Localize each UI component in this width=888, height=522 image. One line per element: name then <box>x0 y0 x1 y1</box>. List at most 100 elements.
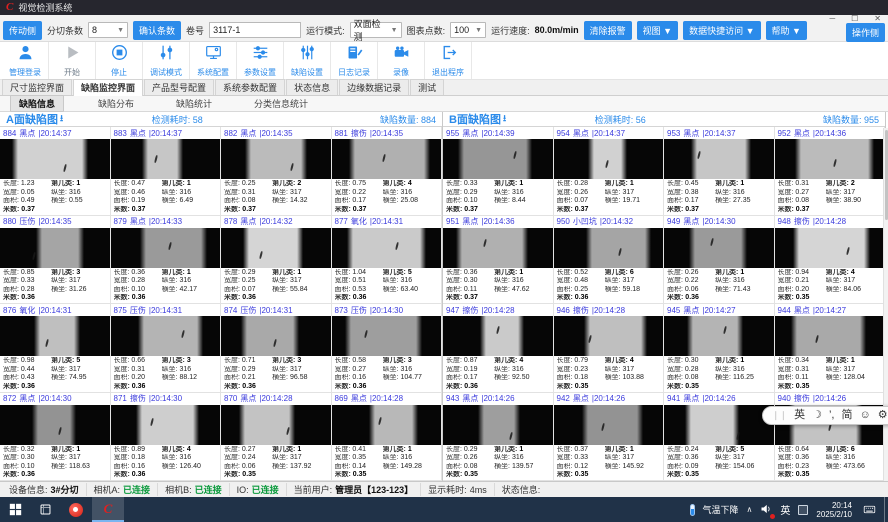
tray-expand-icon[interactable]: ∧ <box>747 505 753 514</box>
action-play[interactable]: 开始 <box>49 42 96 79</box>
view-menu-button[interactable]: 视图 ▼ <box>637 21 678 40</box>
action-exit[interactable]: 退出程序 <box>425 42 472 79</box>
tray-app-icon[interactable] <box>798 505 808 515</box>
defect-cell[interactable]: 941 黑点 |20:14:26 长度: 0.24宽度: 0.36面积: 0.0… <box>664 393 775 482</box>
defect-cell[interactable]: 942 黑点 |20:14:26 长度: 0.37宽度: 0.33面积: 0.1… <box>554 393 665 482</box>
defect-cell[interactable]: 874 压伤 |20:14:31 长度: 0.71宽度: 0.29面积: 0.2… <box>221 304 332 393</box>
defect-cell[interactable]: 872 黑点 |20:14:30 长度: 0.32宽度: 0.30面积: 0.1… <box>0 393 111 482</box>
tab-3[interactable]: 系统参数配置 <box>215 79 285 95</box>
roll-number-input[interactable] <box>209 22 301 38</box>
chart-points-select[interactable]: 100▼ <box>450 22 486 38</box>
defect-cell[interactable]: 955 黑点 |20:14:39 长度: 0.33宽度: 0.29面积: 0.1… <box>443 127 554 216</box>
action-sliders-v[interactable]: 缺陷设置 <box>284 42 331 79</box>
defect-cell[interactable]: 947 擦伤 |20:14:28 长度: 0.87宽度: 0.19面积: 0.1… <box>443 304 554 393</box>
taskbar-app-browser[interactable] <box>60 497 92 522</box>
operate-side-button[interactable]: 操作侧 <box>846 23 885 42</box>
defect-cell[interactable]: 870 黑点 |20:14:28 长度: 0.27宽度: 0.24面积: 0.0… <box>221 393 332 482</box>
confirm-count-button[interactable]: 确认条数 <box>133 21 181 40</box>
defect-cell[interactable]: 882 黑点 |20:14:35 长度: 0.25宽度: 0.31面积: 0.0… <box>221 127 332 216</box>
slit-count-select[interactable]: 8▼ <box>88 22 128 38</box>
tab-6[interactable]: 测试 <box>410 79 444 95</box>
defect-mark <box>846 247 850 255</box>
run-mode-select[interactable]: 双面检测▼ <box>350 22 402 38</box>
defect-cell[interactable]: 877 氧化 |20:14:31 长度: 1.04宽度: 0.51面积: 0.5… <box>332 216 443 305</box>
defect-cell[interactable]: 869 黑点 |20:14:28 长度: 0.41宽度: 0.35面积: 0.1… <box>332 393 443 482</box>
defect-cell[interactable]: 875 压伤 |20:14:31 长度: 0.66宽度: 0.31面积: 0.2… <box>111 304 222 393</box>
sub-tabs: 缺陷信息 缺陷分布 缺陷统计 分类信息统计 <box>0 96 888 112</box>
tab-5[interactable]: 边缘数据记录 <box>339 79 409 95</box>
defect-cell[interactable]: 881 擦伤 |20:14:35 长度: 0.75宽度: 0.22面积: 0.1… <box>332 127 443 216</box>
defect-cell-header: 940 擦伤 |20:14:26 <box>775 393 885 405</box>
defect-time: |20:14:31 <box>149 306 182 315</box>
defect-cell[interactable]: 949 黑点 |20:14:30 长度: 0.26宽度: 0.22面积: 0.0… <box>664 216 775 305</box>
task-view-button[interactable] <box>30 497 60 522</box>
defect-cell[interactable]: 871 擦伤 |20:14:30 长度: 0.89宽度: 0.18面积: 0.1… <box>111 393 222 482</box>
action-monitor[interactable]: 系统配置 <box>190 42 237 79</box>
ime-emoji-icon[interactable]: ☺ <box>859 407 870 424</box>
defect-cell[interactable]: 943 黑点 |20:14:26 长度: 0.29宽度: 0.26面积: 0.0… <box>443 393 554 482</box>
defect-cell-header: 941 黑点 |20:14:26 <box>664 393 774 405</box>
action-user[interactable]: 管理登录 <box>2 42 49 79</box>
help-menu-button[interactable]: 帮助 ▼ <box>766 21 807 40</box>
taskbar-clock[interactable]: 20:14 2025/2/10 <box>816 501 852 519</box>
defect-cell[interactable]: 873 压伤 |20:14:30 长度: 0.58宽度: 0.27面积: 0.1… <box>332 304 443 393</box>
weather-thermometer-icon[interactable] <box>690 504 695 516</box>
subtab-2[interactable]: 缺陷统计 <box>168 96 220 111</box>
clear-alarm-button[interactable]: 清除报警 <box>584 21 632 40</box>
defect-cell[interactable]: 948 擦伤 |20:14:28 长度: 0.94宽度: 0.21面积: 0.2… <box>775 216 886 305</box>
defect-cell-header: 873 压伤 |20:14:30 <box>332 304 442 316</box>
taskbar-app-inspection[interactable]: C <box>92 497 124 522</box>
scroll-latest-icon[interactable]: ⭳ <box>503 111 506 127</box>
defect-cell[interactable]: 945 黑点 |20:14:27 长度: 0.30宽度: 0.28面积: 0.0… <box>664 304 775 393</box>
volume-icon[interactable] <box>760 503 772 517</box>
action-log[interactable]: 日志记录 <box>331 42 378 79</box>
tab-0[interactable]: 尺寸监控界面 <box>2 79 72 95</box>
slit-count-label: 分切条数 <box>47 24 83 37</box>
defect-cell-header: 880 压伤 |20:14:35 <box>0 216 110 228</box>
ime-settings-icon[interactable]: ⚙ <box>878 407 888 424</box>
defect-cell[interactable]: 944 黑点 |20:14:27 长度: 0.34宽度: 0.31面积: 0.1… <box>775 304 886 393</box>
weather-text[interactable]: 气温下降 <box>703 503 739 516</box>
defect-cell[interactable]: 953 黑点 |20:14:37 长度: 0.45宽度: 0.38面积: 0.1… <box>664 127 775 216</box>
action-tune[interactable]: 调试模式 <box>143 42 190 79</box>
subtab-0[interactable]: 缺陷信息 <box>10 95 64 112</box>
show-desktop-button[interactable] <box>884 497 888 522</box>
subtab-3[interactable]: 分类信息统计 <box>246 96 316 111</box>
scroll-latest-icon[interactable]: ⭳ <box>60 111 63 127</box>
defect-cell[interactable]: 880 压伤 |20:14:35 长度: 0.85宽度: 0.33面积: 0.2… <box>0 216 111 305</box>
defect-cell[interactable]: 884 黑点 |20:14:37 长度: 1.23宽度: 0.05面积: 0.4… <box>0 127 111 216</box>
ime-lang-en[interactable]: 英 <box>794 407 805 424</box>
chart-points-label: 图表点数: <box>407 24 446 37</box>
minimize-button[interactable]: ─ <box>826 14 838 24</box>
ime-grip-icon[interactable]: ❘❘ <box>772 407 787 424</box>
action-sliders-h[interactable]: 参数设置 <box>237 42 284 79</box>
browser-icon <box>69 503 83 517</box>
start-button[interactable] <box>0 497 30 522</box>
defect-cell[interactable]: 951 黑点 |20:14:36 长度: 0.36宽度: 0.30面积: 0.1… <box>443 216 554 305</box>
defect-stats: 长度: 0.26宽度: 0.22面积: 0.06米数: 0.36 第几类: 1纵… <box>664 268 774 304</box>
ime-moon-icon[interactable]: ☽ <box>812 407 822 424</box>
defect-cell[interactable]: 878 黑点 |20:14:32 长度: 0.29宽度: 0.25面积: 0.0… <box>221 216 332 305</box>
defect-cell[interactable]: 952 黑点 |20:14:36 长度: 0.31宽度: 0.27面积: 0.0… <box>775 127 886 216</box>
action-stop[interactable]: 停止 <box>96 42 143 79</box>
defect-stats: 长度: 0.29宽度: 0.26面积: 0.08米数: 0.35 第几类: 1纵… <box>443 445 553 481</box>
drive-side-button[interactable]: 传动侧 <box>3 21 42 40</box>
tab-4[interactable]: 状态信息 <box>286 79 338 95</box>
defect-stats: 长度: 0.31宽度: 0.27面积: 0.08米数: 0.37 第几类: 2纵… <box>775 179 885 215</box>
defect-cell[interactable]: 946 擦伤 |20:14:28 长度: 0.79宽度: 0.23面积: 0.1… <box>554 304 665 393</box>
ime-punct[interactable]: ’, <box>829 407 835 424</box>
action-camera[interactable]: 录像 <box>378 42 425 79</box>
touch-keyboard-icon[interactable] <box>860 503 878 516</box>
defect-cell[interactable]: 879 黑点 |20:14:33 长度: 0.36宽度: 0.28面积: 0.1… <box>111 216 222 305</box>
subtab-1[interactable]: 缺陷分布 <box>90 96 142 111</box>
defect-cell[interactable]: 954 黑点 |20:14:37 长度: 0.28宽度: 0.26面积: 0.0… <box>554 127 665 216</box>
ime-simplified[interactable]: 简 <box>841 407 852 424</box>
scrollbar[interactable] <box>883 128 888 481</box>
defect-cell[interactable]: 950 小凹坑 |20:14:32 长度: 0.52宽度: 0.48面积: 0.… <box>554 216 665 305</box>
ime-indicator[interactable]: 英 <box>780 502 790 517</box>
tab-1[interactable]: 缺陷监控界面 <box>73 79 143 96</box>
defect-cell[interactable]: 876 氧化 |20:14:31 长度: 0.98宽度: 0.44面积: 0.4… <box>0 304 111 393</box>
data-quick-access-button[interactable]: 数据快捷访问 ▼ <box>683 21 760 40</box>
defect-cell[interactable]: 883 黑点 |20:14:37 长度: 0.47宽度: 0.46面积: 0.1… <box>111 127 222 216</box>
tab-2[interactable]: 产品型号配置 <box>144 79 214 95</box>
